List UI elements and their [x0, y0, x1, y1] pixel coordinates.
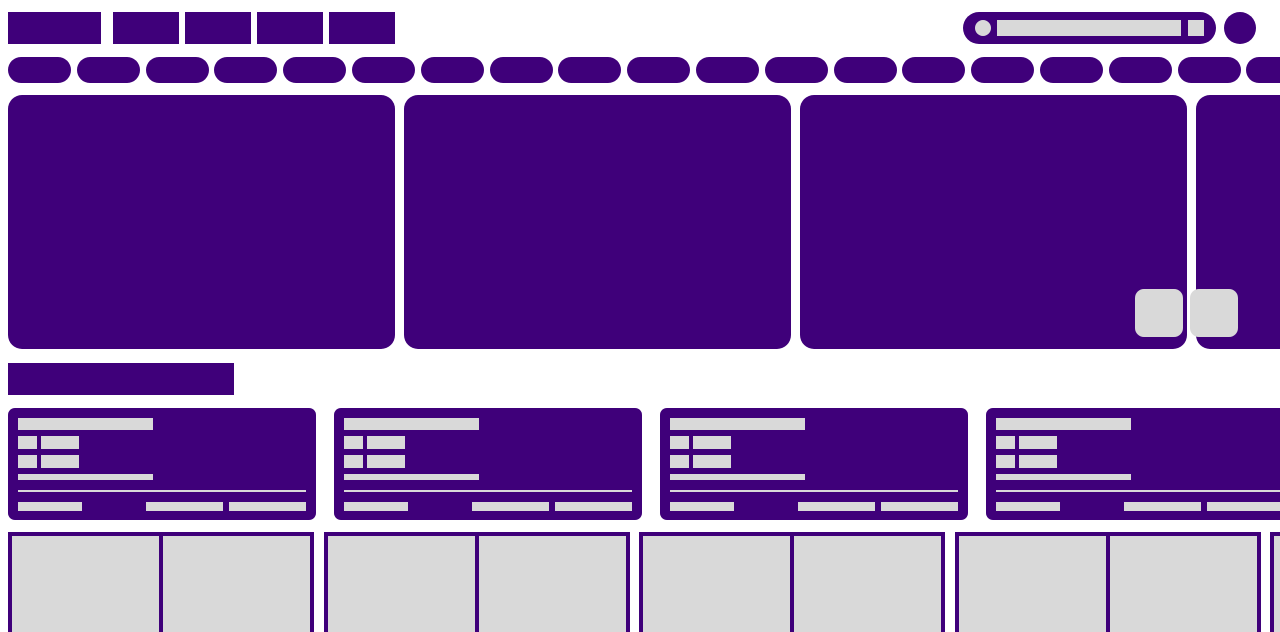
image-tile[interactable] — [1105, 536, 1257, 632]
category-chip[interactable] — [214, 57, 278, 83]
info-card[interactable] — [8, 408, 316, 520]
category-chip[interactable] — [1108, 57, 1172, 83]
card-meta-value — [41, 455, 79, 468]
grid-cell — [1270, 532, 1280, 632]
featured-carousel — [8, 95, 1280, 349]
category-chip[interactable] — [971, 57, 1035, 83]
info-card[interactable] — [334, 408, 642, 520]
category-chip[interactable] — [764, 57, 828, 83]
grid-cell — [639, 532, 945, 632]
category-chips — [8, 57, 1280, 83]
image-tile[interactable] — [790, 536, 941, 632]
card-meta-value — [1019, 455, 1057, 468]
card-divider — [344, 490, 632, 492]
image-tile[interactable] — [12, 536, 159, 632]
image-tile[interactable] — [958, 536, 1106, 632]
category-chip[interactable] — [1246, 57, 1280, 83]
search-icon[interactable] — [975, 20, 991, 36]
carousel-slide[interactable] — [8, 95, 395, 349]
card-meta-key — [996, 436, 1015, 449]
card-footer-action[interactable] — [798, 502, 875, 511]
card-meta-key — [996, 455, 1015, 468]
card-footer-left — [996, 502, 1060, 511]
category-chip[interactable] — [558, 57, 622, 83]
card-footer-left — [18, 502, 82, 511]
card-footer-action[interactable] — [881, 502, 958, 511]
card-meta-key — [18, 436, 37, 449]
card-meta-value — [41, 436, 79, 449]
card-footer-action[interactable] — [472, 502, 549, 511]
card-meta-value — [693, 436, 731, 449]
card-footer-action[interactable] — [146, 502, 223, 511]
nav-button-4[interactable] — [329, 12, 395, 44]
category-chip[interactable] — [8, 57, 71, 83]
grid-cell — [323, 532, 630, 632]
card-footer-action[interactable] — [555, 502, 632, 511]
card-footer-action[interactable] — [229, 502, 306, 511]
card-meta-value — [693, 455, 731, 468]
category-chip[interactable] — [902, 57, 966, 83]
category-chip[interactable] — [76, 57, 140, 83]
image-tile[interactable] — [159, 536, 310, 632]
clear-icon[interactable] — [1188, 20, 1204, 36]
category-chip[interactable] — [420, 57, 484, 83]
category-chip[interactable] — [696, 57, 759, 83]
category-chip[interactable] — [352, 57, 415, 83]
image-tile[interactable] — [474, 536, 626, 632]
info-card[interactable] — [986, 408, 1280, 520]
carousel-slide[interactable] — [800, 95, 1187, 349]
card-title — [344, 418, 479, 430]
card-description — [996, 474, 1131, 480]
next-slide-icon[interactable] — [1190, 289, 1238, 337]
image-tile[interactable] — [643, 536, 790, 632]
card-meta-key — [344, 436, 363, 449]
card-footer-left — [344, 502, 408, 511]
info-card[interactable] — [660, 408, 968, 520]
prev-slide-icon[interactable] — [1135, 289, 1183, 337]
card-divider — [670, 490, 958, 492]
card-meta-key — [670, 455, 689, 468]
card-list — [8, 408, 1280, 520]
card-footer-action[interactable] — [1207, 502, 1280, 511]
card-divider — [18, 490, 306, 492]
search-bar[interactable] — [963, 12, 1216, 44]
card-meta-value — [367, 455, 405, 468]
category-chip[interactable] — [145, 57, 209, 83]
category-chip[interactable] — [283, 57, 347, 83]
card-meta-key — [18, 455, 37, 468]
card-meta-value — [1019, 436, 1057, 449]
category-chip[interactable] — [833, 57, 897, 83]
avatar[interactable] — [1224, 12, 1256, 44]
card-meta-key — [670, 436, 689, 449]
card-footer-action[interactable] — [1124, 502, 1201, 511]
grid-cell — [954, 532, 1261, 632]
image-grid — [8, 532, 1280, 632]
card-title — [18, 418, 153, 430]
category-chip[interactable] — [1177, 57, 1241, 83]
logo-button[interactable] — [8, 12, 101, 44]
image-tile[interactable] — [1274, 536, 1280, 632]
nav-button-2[interactable] — [185, 12, 251, 44]
card-title — [670, 418, 805, 430]
category-chip[interactable] — [489, 57, 553, 83]
card-meta-value — [367, 436, 405, 449]
nav-button-1[interactable] — [113, 12, 179, 44]
image-tile[interactable] — [327, 536, 475, 632]
card-title — [996, 418, 1131, 430]
card-footer-left — [670, 502, 734, 511]
category-chip[interactable] — [627, 57, 691, 83]
search-input[interactable] — [997, 20, 1181, 36]
card-divider — [996, 490, 1280, 492]
card-description — [670, 474, 805, 480]
card-description — [18, 474, 153, 480]
category-chip[interactable] — [1040, 57, 1103, 83]
nav-button-3[interactable] — [257, 12, 323, 44]
card-description — [344, 474, 479, 480]
section-title — [8, 363, 234, 395]
grid-cell — [8, 532, 314, 632]
carousel-slide[interactable] — [404, 95, 791, 349]
card-meta-key — [344, 455, 363, 468]
